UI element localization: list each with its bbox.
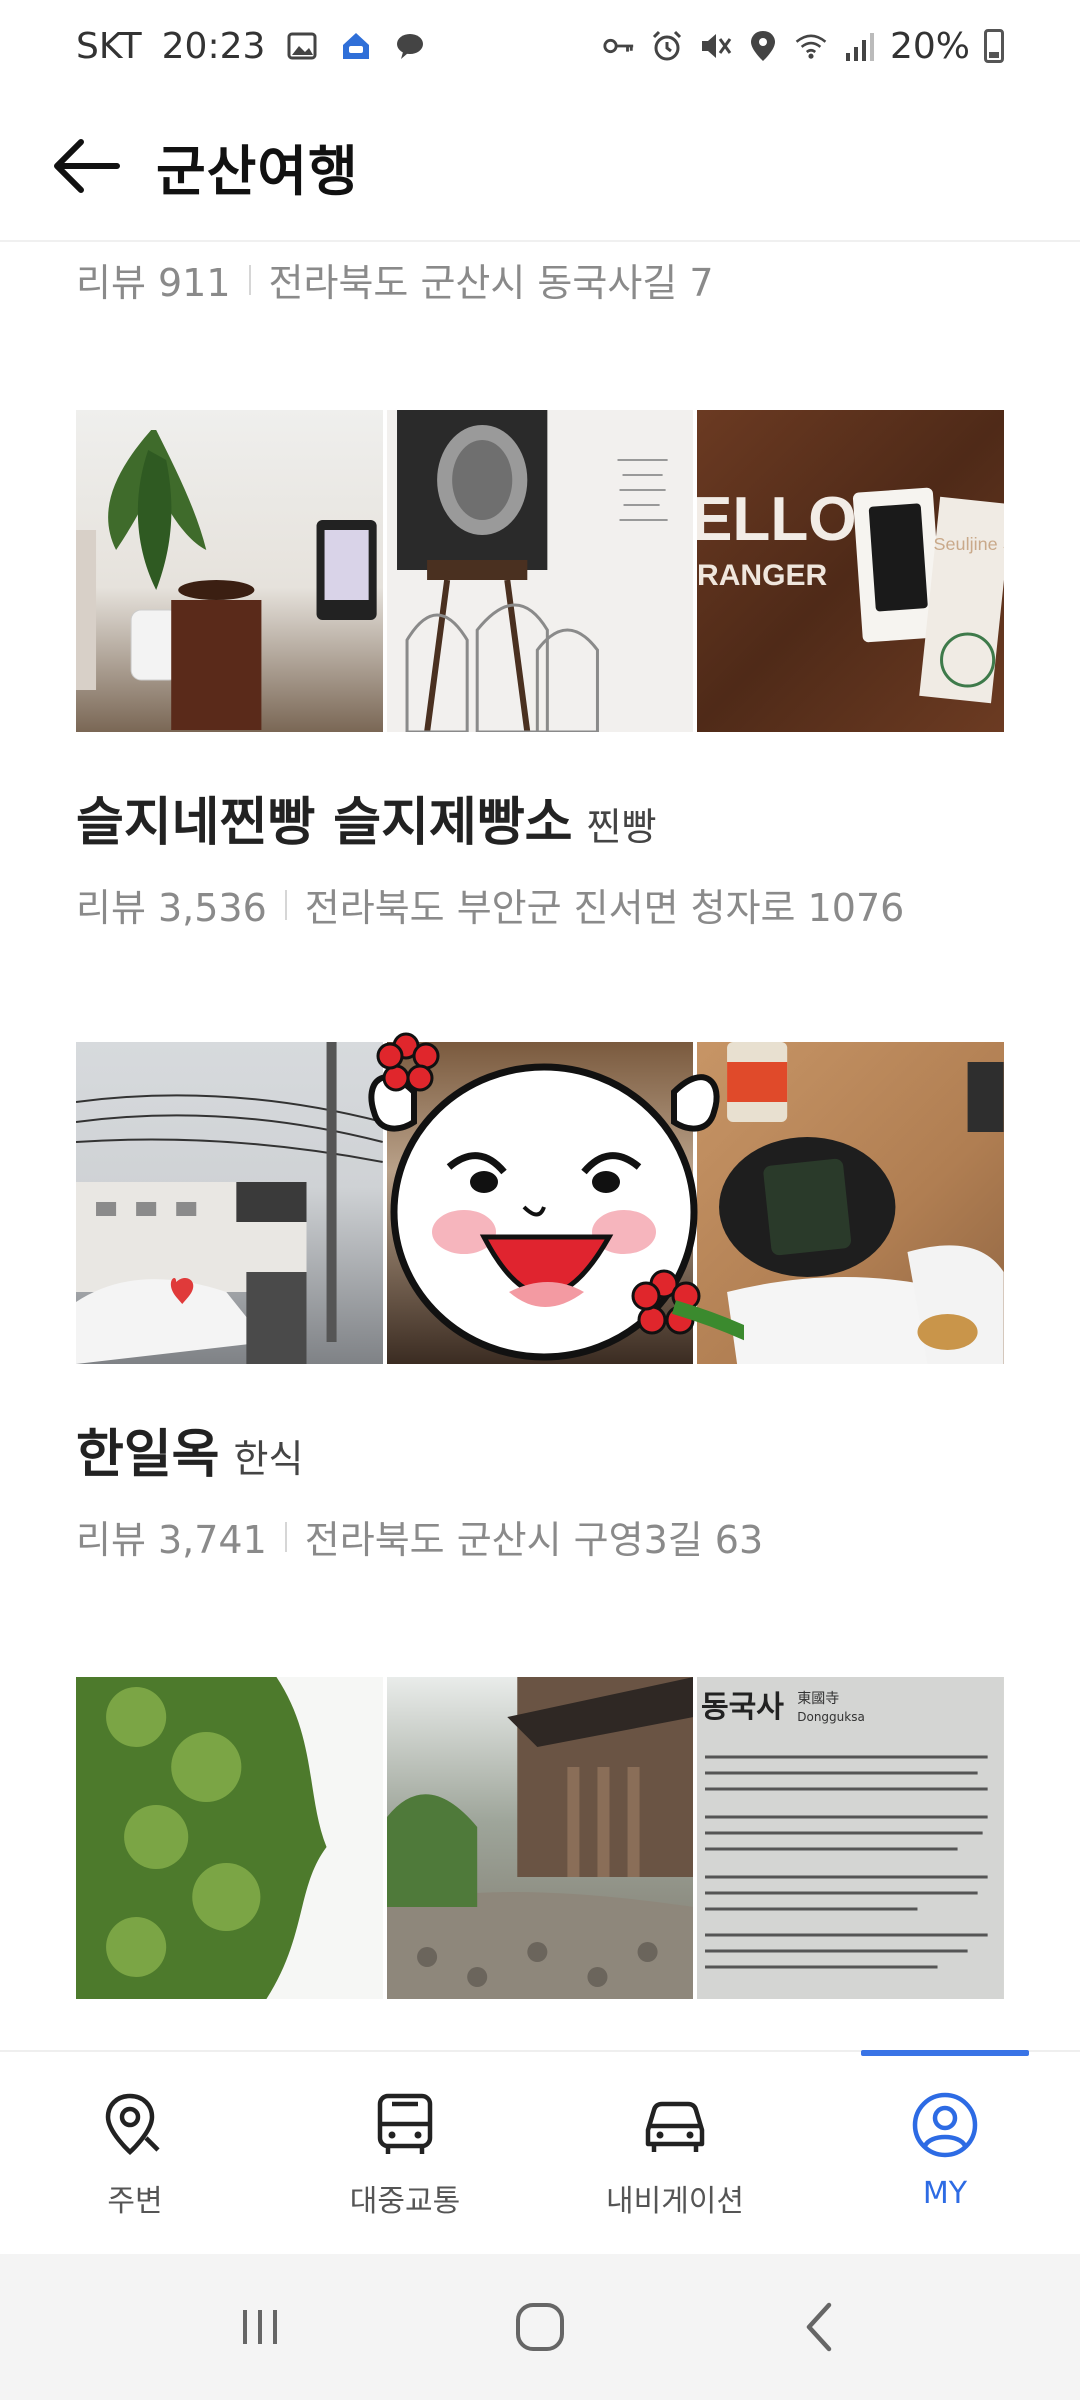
list-item[interactable]: ELLO RANGER Seuljine Story 슬지네찐빵 슬지제빵소 찐… <box>76 410 1005 932</box>
photo-text: 동국사 <box>701 1690 784 1725</box>
recent-apps-icon <box>243 2310 277 2344</box>
address: 전라북도 군산시 구영3길 63 <box>304 1518 764 1562</box>
review-count: 리뷰 3,536 <box>76 886 267 930</box>
emoji-sticker-icon[interactable] <box>344 1022 744 1372</box>
location-icon <box>746 29 780 63</box>
active-tab-indicator <box>861 2050 1029 2056</box>
car-icon <box>645 2101 705 2152</box>
wifi-icon <box>794 29 828 63</box>
back-button[interactable] <box>48 128 124 204</box>
place-photo[interactable] <box>76 1042 383 1364</box>
gallery-notification-icon <box>285 29 319 63</box>
photo-text: 東國寺 <box>798 1691 840 1707</box>
system-back-button[interactable] <box>780 2287 860 2367</box>
key-icon <box>602 29 636 63</box>
alarm-icon <box>650 29 684 63</box>
back-arrow-icon <box>54 139 120 193</box>
place-list[interactable]: 리뷰 911 전라북도 군산시 동국사길 7 ELLO RANGER Seulj… <box>0 242 1080 2050</box>
profile-icon <box>912 2092 978 2158</box>
battery-percent: 20% <box>889 25 970 67</box>
place-category: 한식 <box>233 1437 304 1481</box>
photo-text: Dongguksa <box>798 1710 866 1724</box>
place-name[interactable]: 한일옥 <box>76 1412 220 1487</box>
place-photo[interactable] <box>76 1677 383 1999</box>
photo-text: ELLO <box>697 485 857 554</box>
place-photo[interactable]: ELLO RANGER Seuljine Story <box>697 410 1005 732</box>
system-navigation-bar <box>0 2254 1080 2400</box>
photo-text: Seuljine Story <box>934 534 1004 554</box>
place-name[interactable]: 슬지네찐빵 슬지제빵소 <box>76 780 573 855</box>
status-bar: SKT 20:23 20% <box>0 0 1080 92</box>
place-photo[interactable] <box>76 410 383 732</box>
list-item[interactable]: 동국사 東國寺 Dongguksa <box>76 1677 1005 1999</box>
page-title: 군산여행 <box>156 139 359 203</box>
divider <box>284 1521 287 1552</box>
divider <box>248 264 251 295</box>
nav-label: MY <box>922 2176 968 2211</box>
home-notification-icon <box>339 29 373 63</box>
review-count: 리뷰 3,741 <box>76 1518 267 1562</box>
app-header: 군산여행 <box>0 92 1080 242</box>
list-item-partial-meta[interactable]: 리뷰 911 전라북도 군산시 동국사길 7 <box>76 252 714 307</box>
carrier-label: SKT <box>76 25 142 67</box>
nav-label: 주변 <box>107 2184 163 2219</box>
home-icon <box>516 2303 564 2351</box>
bus-icon <box>377 2093 433 2154</box>
nav-label: 내비게이션 <box>606 2184 744 2219</box>
location-pin-icon <box>105 2093 160 2156</box>
list-item[interactable]: 한일옥 한식 리뷰 3,741 전라북도 군산시 구영3길 63 <box>76 1032 1005 1564</box>
place-photo[interactable] <box>386 410 694 732</box>
nav-item-nearby[interactable]: 주변 <box>0 2052 270 2254</box>
nav-label: 대중교통 <box>349 2184 461 2219</box>
photo-strip[interactable] <box>76 1032 1005 1364</box>
photo-strip[interactable]: 동국사 東國寺 Dongguksa <box>76 1677 1005 1999</box>
signal-icon <box>842 29 876 63</box>
address: 전라북도 군산시 동국사길 7 <box>268 261 714 305</box>
home-button[interactable] <box>500 2287 580 2367</box>
review-count: 리뷰 911 <box>76 261 231 305</box>
place-photo[interactable] <box>386 1677 694 1999</box>
photo-text: RANGER <box>697 559 828 592</box>
divider <box>284 889 287 920</box>
place-category: 찐빵 <box>586 805 657 849</box>
chevron-left-icon <box>806 2302 832 2352</box>
nav-item-navigation[interactable]: 내비게이션 <box>540 2052 810 2254</box>
bottom-navigation: 주변 대중교통 내비게이션 MY <box>0 2050 1080 2254</box>
address: 전라북도 부안군 진서면 청자로 1076 <box>304 886 905 930</box>
battery-icon <box>984 29 1004 63</box>
mute-icon <box>698 29 732 63</box>
recent-apps-button[interactable] <box>220 2287 300 2367</box>
nav-item-transit[interactable]: 대중교통 <box>270 2052 540 2254</box>
nav-item-my[interactable]: MY <box>810 2050 1080 2254</box>
chat-notification-icon <box>393 29 427 63</box>
photo-strip[interactable]: ELLO RANGER Seuljine Story <box>76 410 1005 732</box>
place-photo[interactable]: 동국사 東國寺 Dongguksa <box>697 1677 1005 1999</box>
clock: 20:23 <box>161 25 266 67</box>
